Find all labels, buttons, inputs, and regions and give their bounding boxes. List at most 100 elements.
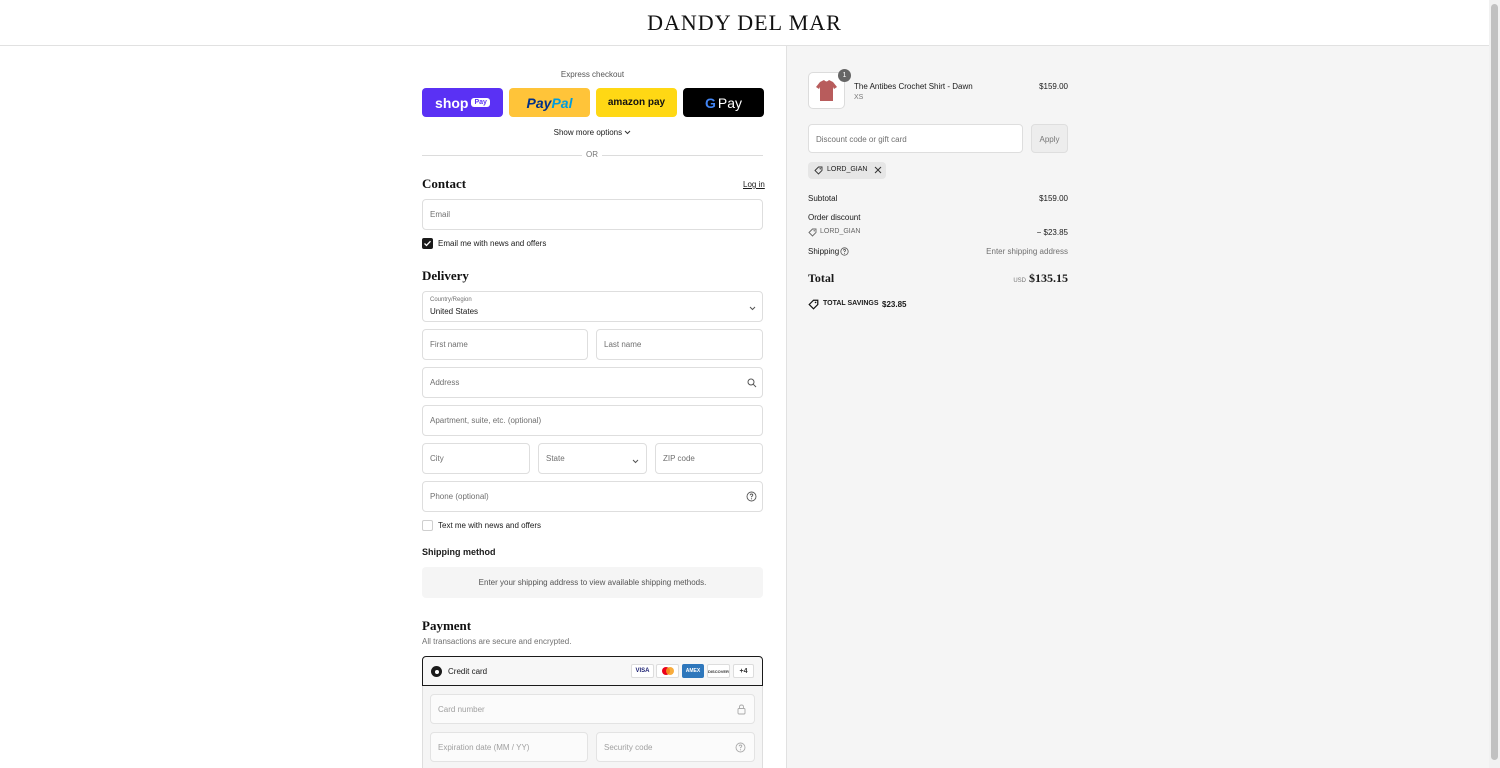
product-price: $159.00: [1039, 82, 1068, 91]
order-discount-label: Order discount: [808, 213, 861, 222]
country-value: United States: [430, 307, 479, 316]
payment-heading: Payment: [422, 618, 472, 633]
email-field[interactable]: Email: [422, 199, 763, 230]
scrollbar-thumb[interactable]: [1491, 4, 1498, 760]
amex-icon: AMEX: [682, 664, 704, 678]
header: DANDY DEL MAR: [0, 0, 1489, 46]
paypal-logo-pay: Pay: [526, 94, 552, 111]
shipping-method-note: Enter your shipping address to view avai…: [478, 578, 707, 587]
contact-heading: Contact: [422, 176, 467, 191]
mastercard-icon: [656, 664, 679, 678]
security-code-placeholder: Security code: [604, 743, 653, 752]
country-label: Country/Region: [430, 297, 472, 303]
login-link[interactable]: Log in: [743, 180, 765, 189]
order-summary-panel: [786, 46, 1489, 768]
show-more-options-link[interactable]: Show more options: [422, 128, 763, 137]
card-number-field[interactable]: Card number: [430, 694, 755, 724]
chevron-down-icon: [632, 457, 639, 466]
shipping-label: Shipping: [808, 247, 840, 256]
text-news-label: Text me with news and offers: [438, 521, 542, 530]
email-placeholder: Email: [430, 210, 451, 219]
email-news-label: Email me with news and offers: [438, 239, 547, 248]
city-placeholder: City: [430, 454, 444, 463]
apply-button-label: Apply: [1039, 135, 1060, 144]
discount-amount: − $23.85: [1036, 228, 1068, 237]
currency-code: USD: [1013, 278, 1026, 284]
state-placeholder: State: [546, 454, 565, 463]
shipping-method-notice: Enter your shipping address to view avai…: [422, 567, 763, 598]
help-icon[interactable]: [735, 742, 746, 755]
google-g-icon: G: [704, 94, 716, 111]
state-select[interactable]: State: [538, 443, 647, 474]
express-checkout-heading: Express checkout: [560, 70, 625, 79]
security-code-field[interactable]: Security code: [596, 732, 755, 762]
product-variant: XS: [854, 94, 864, 101]
quantity-badge: 1: [838, 69, 851, 82]
subtotal-value: $159.00: [1039, 194, 1068, 203]
lock-icon: [737, 704, 746, 717]
applied-code-tag: LORD_GIAN: [808, 162, 886, 179]
product-name: The Antibes Crochet Shirt - Dawn: [854, 82, 973, 91]
shop-pay-logo: shop: [435, 94, 469, 111]
paypal-logo-pal: Pal: [551, 94, 573, 111]
total-value: $135.15: [1029, 271, 1068, 285]
help-icon[interactable]: [840, 247, 849, 258]
or-divider-label: OR: [582, 150, 602, 159]
discount-code-placeholder: Discount code or gift card: [816, 135, 907, 144]
discount-code-applied: LORD_GIAN: [820, 228, 861, 235]
delivery-heading: Delivery: [422, 268, 469, 283]
card-number-placeholder: Card number: [438, 705, 485, 714]
apartment-field[interactable]: Apartment, suite, etc. (optional): [422, 405, 763, 436]
last-name-field[interactable]: Last name: [596, 329, 763, 360]
visa-icon: VISA: [631, 664, 654, 678]
subtotal-label: Subtotal: [808, 194, 838, 203]
country-select[interactable]: Country/Region United States: [422, 291, 763, 322]
google-pay-label: Pay: [717, 94, 742, 111]
shop-pay-button[interactable]: shop Pay: [422, 88, 503, 117]
address-field[interactable]: Address: [422, 367, 763, 398]
amazon-pay-logo: amazon pay: [607, 97, 666, 108]
show-more-options-label: Show more options: [553, 128, 623, 137]
first-name-field[interactable]: First name: [422, 329, 588, 360]
savings-tag-icon: [808, 299, 819, 312]
applied-code-label: LORD_GIAN: [827, 166, 868, 173]
chevron-down-icon: [749, 304, 756, 313]
paypal-button[interactable]: Pay Pal: [509, 88, 590, 117]
help-icon[interactable]: [746, 491, 757, 504]
total-value-wrap: USD $135.15: [990, 271, 1068, 286]
shop-pay-badge: Pay: [471, 98, 490, 107]
google-pay-button[interactable]: G Pay: [683, 88, 764, 117]
total-savings-value: $23.85: [882, 300, 907, 309]
apartment-placeholder: Apartment, suite, etc. (optional): [430, 416, 542, 425]
chevron-down-icon: [624, 128, 631, 137]
text-news-checkbox[interactable]: [422, 520, 433, 531]
total-savings-label: TOTAL SAVINGS: [823, 300, 879, 307]
shipping-value: Enter shipping address: [986, 247, 1068, 256]
phone-placeholder: Phone (optional): [430, 492, 489, 501]
expiration-date-field[interactable]: Expiration date (MM / YY): [430, 732, 588, 762]
payment-subtitle: All transactions are secure and encrypte…: [422, 637, 572, 646]
search-icon: [747, 378, 757, 390]
city-field[interactable]: City: [422, 443, 530, 474]
phone-field[interactable]: Phone (optional): [422, 481, 763, 512]
credit-card-label: Credit card: [448, 667, 488, 676]
radio-selected-icon[interactable]: [431, 666, 442, 677]
total-label: Total: [808, 271, 835, 285]
address-placeholder: Address: [430, 378, 460, 387]
expiration-placeholder: Expiration date (MM / YY): [438, 743, 530, 752]
brand-logo[interactable]: DANDY DEL MAR: [0, 10, 1489, 36]
discount-code-field[interactable]: Discount code or gift card: [808, 124, 1023, 153]
email-news-checkbox[interactable]: [422, 238, 433, 249]
page-scrollbar[interactable]: [1489, 0, 1500, 768]
more-cards-badge: +4: [733, 664, 754, 678]
zip-field[interactable]: ZIP code: [655, 443, 763, 474]
tag-icon: [814, 166, 823, 177]
shipping-method-heading: Shipping method: [422, 547, 496, 557]
zip-placeholder: ZIP code: [663, 454, 695, 463]
apply-button[interactable]: Apply: [1031, 124, 1068, 153]
close-icon[interactable]: [874, 166, 882, 176]
first-name-placeholder: First name: [430, 340, 468, 349]
tag-icon: [808, 228, 817, 239]
amazon-pay-button[interactable]: amazon pay: [596, 88, 677, 117]
discover-icon: DISCOVER: [707, 664, 730, 678]
